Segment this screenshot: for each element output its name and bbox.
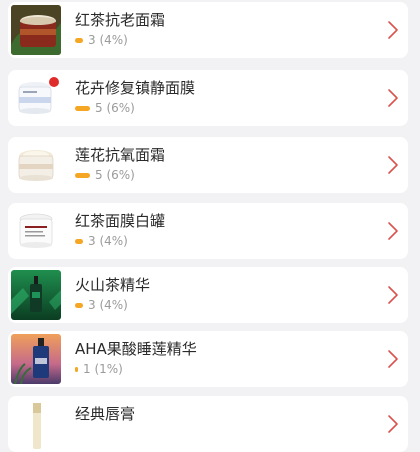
product-name: 花卉修复镇静面膜 [75,79,196,97]
share-bar [75,172,90,178]
product-name: 莲花抗氧面霜 [75,146,166,164]
count-label: 5 (6%) [95,101,135,115]
list-item[interactable]: 经典唇膏 [8,396,408,452]
product-stat: 3 (4%) [75,298,128,312]
product-name: 火山茶精华 [75,276,151,294]
chevron-right-icon [388,89,398,107]
product-name: AHA果酸睡莲精华 [75,340,197,358]
list-item[interactable]: 花卉修复镇静面膜 5 (6%) [8,70,408,126]
share-bar [75,238,83,244]
product-stat: 3 (4%) [75,234,128,248]
product-image [11,73,61,123]
product-image [11,399,61,449]
chevron-right-icon [388,222,398,240]
product-stat: 3 (4%) [75,33,128,47]
share-bar [75,302,83,308]
count-label: 3 (4%) [88,298,128,312]
list-item[interactable]: 红茶抗老面霜 3 (4%) [8,2,408,58]
chevron-right-icon [388,415,398,433]
chevron-right-icon [388,156,398,174]
share-bar [75,37,83,43]
product-image [11,334,61,384]
product-stat: 5 (6%) [75,168,135,182]
count-label: 3 (4%) [88,33,128,47]
product-image [11,140,61,190]
count-label: 1 (1%) [83,362,123,376]
product-name: 经典唇膏 [75,405,136,423]
share-bar [75,366,78,372]
count-label: 3 (4%) [88,234,128,248]
chevron-right-icon [388,286,398,304]
list-item[interactable]: 红茶面膜白罐 3 (4%) [8,203,408,259]
list-item[interactable]: 莲花抗氧面霜 5 (6%) [8,137,408,193]
share-bar [75,105,90,111]
product-image [11,270,61,320]
chevron-right-icon [388,350,398,368]
product-name: 红茶抗老面霜 [75,11,166,29]
product-image [11,206,61,256]
list-item[interactable]: 火山茶精华 3 (4%) [8,267,408,323]
product-name: 红茶面膜白罐 [75,212,166,230]
product-image [11,5,61,55]
product-stat: 1 (1%) [75,362,123,376]
list-item[interactable]: AHA果酸睡莲精华 1 (1%) [8,331,408,387]
count-label: 5 (6%) [95,168,135,182]
product-stat: 5 (6%) [75,101,135,115]
chevron-right-icon [388,21,398,39]
